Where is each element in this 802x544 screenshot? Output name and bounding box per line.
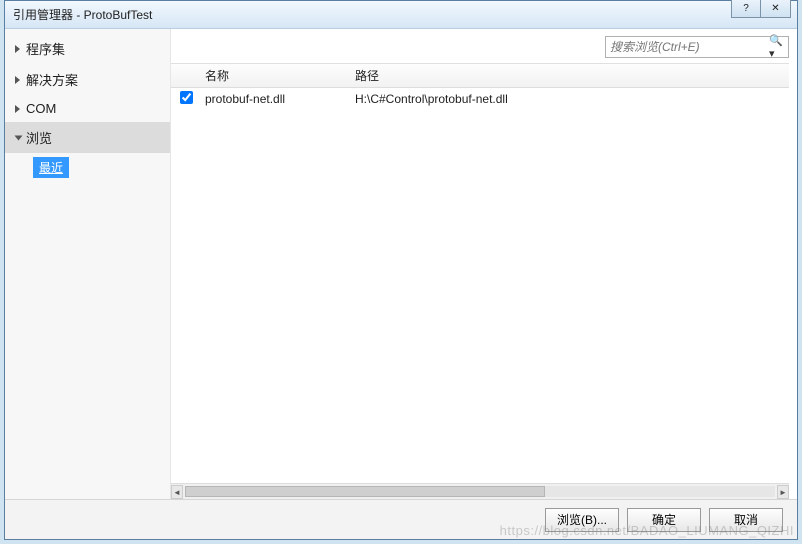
cancel-button[interactable]: 取消 — [709, 508, 783, 532]
browse-button[interactable]: 浏览(B)... — [545, 508, 619, 532]
row-checkbox[interactable] — [180, 91, 193, 104]
help-button[interactable]: ? — [731, 0, 761, 18]
window-title: 引用管理器 - ProtoBufTest — [13, 6, 152, 23]
center-pane: 🔍▾ 名称 路径 protobuf-net.dll — [171, 29, 797, 499]
row-checkbox-cell — [171, 91, 201, 107]
dialog-footer: 浏览(B)... 确定 取消 — [5, 499, 797, 539]
caret-icon — [15, 105, 20, 113]
sidebar-item-label: COM — [26, 101, 56, 116]
search-row: 🔍▾ — [171, 29, 797, 61]
dialog-body: 程序集 解决方案 COM 浏览 最近 — [5, 29, 797, 539]
sidebar-item-label: 浏览 — [26, 128, 52, 147]
caret-icon — [15, 45, 20, 53]
table-row[interactable]: protobuf-net.dll H:\C#Control\protobuf-n… — [171, 88, 789, 110]
sidebar-sub-recent[interactable]: 最近 — [33, 157, 69, 178]
search-icon[interactable]: 🔍▾ — [767, 34, 785, 60]
reference-manager-window: 引用管理器 - ProtoBufTest ? ✕ 程序集 解决方案 COM — [4, 0, 798, 540]
scroll-left-icon[interactable]: ◄ — [171, 485, 183, 499]
row-name: protobuf-net.dll — [201, 92, 351, 106]
scroll-right-icon[interactable]: ► — [777, 485, 789, 499]
sidebar: 程序集 解决方案 COM 浏览 最近 — [5, 29, 171, 499]
sidebar-item-solution[interactable]: 解决方案 — [5, 64, 170, 95]
sidebar-item-label: 程序集 — [26, 39, 65, 58]
caret-down-icon — [15, 135, 23, 140]
main-area: 程序集 解决方案 COM 浏览 最近 — [5, 29, 797, 499]
row-path: H:\C#Control\protobuf-net.dll — [351, 92, 789, 106]
ok-button[interactable]: 确定 — [627, 508, 701, 532]
sidebar-item-label: 解决方案 — [26, 70, 78, 89]
search-input[interactable] — [610, 40, 767, 54]
scroll-thumb[interactable] — [185, 486, 545, 497]
sidebar-item-com[interactable]: COM — [5, 95, 170, 122]
sidebar-item-browse[interactable]: 浏览 — [5, 122, 170, 153]
col-path-header[interactable]: 路径 — [351, 67, 789, 84]
list-header: 名称 路径 — [171, 64, 789, 88]
col-name-header[interactable]: 名称 — [201, 67, 351, 84]
search-box[interactable]: 🔍▾ — [605, 36, 789, 58]
sidebar-subgroup: 最近 — [5, 153, 170, 182]
reference-list: 名称 路径 protobuf-net.dll H:\C#Control\prot… — [171, 63, 789, 499]
caret-icon — [15, 76, 20, 84]
window-buttons: ? ✕ — [731, 0, 791, 18]
horizontal-scrollbar[interactable]: ◄ ► — [171, 483, 789, 499]
close-button[interactable]: ✕ — [761, 0, 791, 18]
sidebar-item-assemblies[interactable]: 程序集 — [5, 33, 170, 64]
titlebar: 引用管理器 - ProtoBufTest ? ✕ — [5, 1, 797, 29]
list-body: protobuf-net.dll H:\C#Control\protobuf-n… — [171, 88, 789, 483]
